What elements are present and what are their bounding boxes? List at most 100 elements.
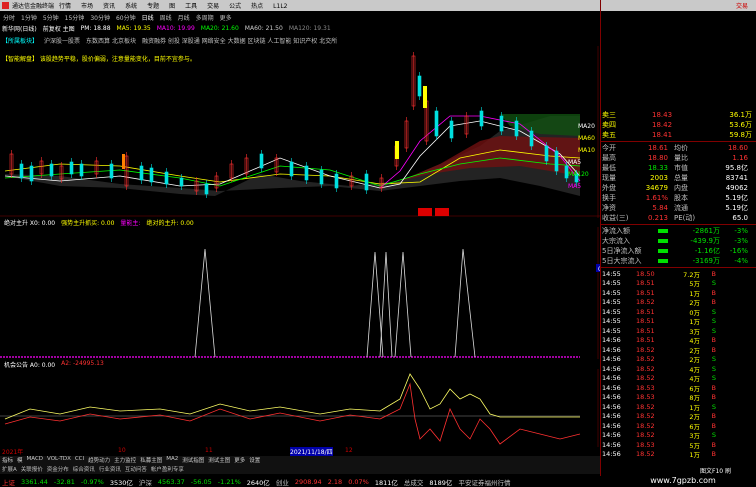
extension-tabs: 扩展A 关联报价 资金分布 综合资讯 行业资讯 互动问答 帐户盈利专享	[0, 465, 600, 474]
extension-tab-0[interactable]: 扩展A	[2, 465, 17, 474]
indicator-tab-6[interactable]: 主力监控	[114, 456, 136, 465]
extension-tab-1[interactable]: 关联报价	[21, 465, 43, 474]
indicator-tab-3[interactable]: VOL-TDX	[47, 456, 71, 465]
period-2[interactable]: 5分钟	[43, 13, 59, 22]
indicator-tab-4[interactable]: CCI	[75, 456, 84, 465]
candle-7	[79, 163, 84, 177]
stat-label2-1: 量比	[674, 154, 688, 162]
ticker-broker[interactable]: 平安证券福州行情	[458, 477, 510, 487]
ticker-sh-pct: -0.97%	[80, 477, 104, 486]
menu-item-8[interactable]: 公式	[229, 3, 241, 10]
trade-volume-9: 2万	[689, 356, 700, 365]
stat-label-0: 今开	[602, 144, 616, 152]
trade-time-3: 14:55	[602, 298, 621, 307]
menu-item-9[interactable]: 热点	[251, 3, 263, 10]
bottom-right-label[interactable]: 图文F10 刷	[700, 466, 756, 475]
indicator2-chart[interactable]: 100000500000-50000	[0, 369, 600, 447]
market-ticker: 上证 3361.44 -32.81 -0.97% 3530亿 沪深 4563.3…	[0, 476, 600, 487]
indicator-tab-10[interactable]: 测试主图	[208, 456, 230, 465]
flow-value-2: -1.16亿	[694, 247, 720, 255]
date-label-4: 12	[345, 447, 353, 454]
menu-item-0[interactable]: 行情	[59, 3, 71, 10]
stat-row-5: 换手 1.61% 股本 5.19亿	[600, 193, 756, 203]
extension-tab-5[interactable]: 互动问答	[125, 465, 147, 474]
main-kline-chart[interactable]: MA20MA60MA10MA5MA120MA5 22.0021.0020.001…	[0, 46, 600, 218]
trade-row-0: 14:55 18.50 7.2万 B	[600, 269, 756, 279]
menu-item-1[interactable]: 市场	[81, 3, 93, 10]
stat-label-3: 现量	[602, 174, 616, 182]
flow-label-1: 大宗流入	[602, 237, 630, 245]
candle-22	[289, 161, 294, 177]
date-label-2: 11	[205, 447, 213, 454]
trade-side-16: B	[711, 421, 716, 430]
menu-item-5[interactable]: 图	[169, 3, 175, 10]
trade-price-2: 18.51	[636, 288, 655, 297]
indicator-tab-2[interactable]: MACD	[27, 456, 44, 465]
ticker-sz-amount: 2640亿	[246, 478, 270, 487]
period-8[interactable]: 月线	[178, 13, 190, 22]
indicator-tab-5[interactable]: 趋势动力	[88, 456, 110, 465]
indicator-tab-9[interactable]: 测试指图	[182, 456, 204, 465]
stat-value2-5: 5.19亿	[725, 194, 748, 202]
candle-34	[434, 110, 439, 137]
ticker-sh-amount: 3530亿	[109, 478, 133, 487]
stat-label-5: 换手	[602, 194, 616, 202]
extension-tab-3[interactable]: 综合资讯	[73, 465, 95, 474]
period-7[interactable]: 周线	[160, 13, 172, 22]
trade-price-5: 18.51	[636, 317, 655, 326]
indicator-tab-12[interactable]: 设置	[249, 456, 260, 465]
indicator-tab-1[interactable]: 模	[17, 456, 23, 465]
period-5[interactable]: 60分钟	[116, 13, 136, 22]
period-9[interactable]: 多周期	[196, 13, 214, 22]
trade-side-14: S	[711, 402, 716, 411]
menu-item-7[interactable]: 交易	[207, 3, 219, 10]
date-label-0: 2021年	[2, 449, 24, 456]
trade-volume-1: 5万	[689, 280, 700, 289]
candle-41	[544, 145, 549, 162]
indicator-tab-8[interactable]: MA2	[166, 456, 178, 465]
flow-row-1: 大宗流入 -439.9万 -3%	[600, 236, 756, 246]
flow-bar-3	[658, 259, 668, 263]
menu-item-10[interactable]: L1L2	[273, 3, 287, 10]
menu-item-2[interactable]: 资讯	[103, 3, 115, 10]
ask-price-1: 18.42	[652, 121, 673, 129]
indicator-tab-0[interactable]: 指标	[2, 456, 13, 465]
candle-42	[554, 150, 559, 172]
flow-bar-2	[658, 249, 668, 253]
trade-time-5: 14:55	[602, 317, 621, 326]
period-1[interactable]: 1分钟	[21, 13, 37, 22]
menu-item-6[interactable]: 工具	[185, 3, 197, 10]
tick-trades: 14:55 18.50 7.2万 B 14:55 18.51 5万 S 14:55 18.51 1万…	[600, 269, 756, 460]
candle-38	[499, 115, 504, 132]
indicator2-name: 机会公告 A0: 0.00	[4, 362, 56, 369]
app-logo-icon	[2, 2, 9, 9]
menu-item-4[interactable]: 专题	[147, 3, 159, 10]
period-0[interactable]: 分时	[3, 13, 15, 22]
period-10[interactable]: 更多	[220, 13, 232, 22]
trade-time-6: 14:55	[602, 326, 621, 335]
ticker-sz-value: 4563.37	[157, 477, 185, 486]
indicator-tab-7[interactable]: 私募主图	[140, 456, 162, 465]
ma-side-label-5: MA5	[568, 183, 581, 190]
menu-item-3[interactable]: 系统	[125, 3, 137, 10]
indicator1-chart[interactable]: 0.71	[0, 227, 600, 359]
indicator1-name: 绝对主升 X0: 0.00	[4, 220, 56, 227]
period-6[interactable]: 日线	[142, 13, 154, 22]
candle-40	[529, 130, 534, 147]
stat-value-6: 5.84	[652, 204, 668, 212]
period-3[interactable]: 15分钟	[65, 13, 85, 22]
date-label-1: 10	[118, 447, 126, 454]
trade-price-4: 18.51	[636, 307, 655, 316]
ask-volume-1: 53.6万	[729, 121, 752, 129]
trade-volume-14: 1万	[689, 403, 700, 412]
trade-link[interactable]: 交易	[736, 1, 748, 10]
extension-tab-6[interactable]: 帐户盈利专享	[151, 465, 184, 474]
indicator-tab-11[interactable]: 更多	[234, 456, 245, 465]
candle-16	[204, 183, 209, 195]
trade-row-8: 14:56 18.52 2万 B	[600, 345, 756, 355]
extension-tab-4[interactable]: 行业资讯	[99, 465, 121, 474]
period-4[interactable]: 30分钟	[90, 13, 110, 22]
quote-panel: 卖三 18.43 36.1万 卖四 18.42 53.6万 卖五 18.41 59.8万 今开 1…	[600, 110, 756, 460]
trade-time-14: 14:56	[602, 402, 621, 411]
extension-tab-2[interactable]: 资金分布	[47, 465, 69, 474]
